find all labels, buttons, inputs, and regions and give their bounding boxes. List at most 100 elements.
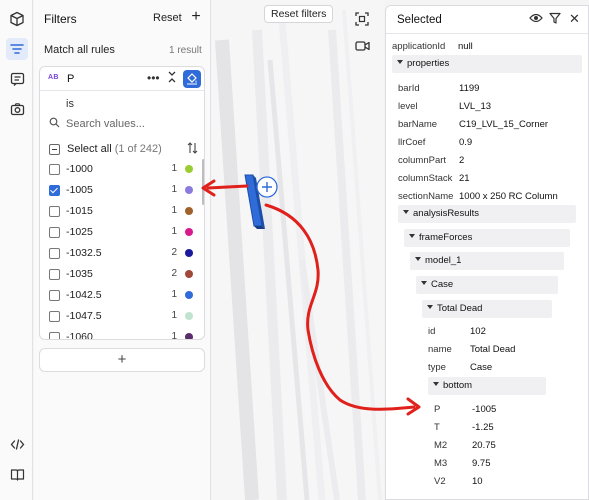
- value-row[interactable]: -1025 1: [40, 222, 204, 243]
- code-icon[interactable]: [6, 433, 28, 455]
- color-swatch: [185, 186, 193, 194]
- reset-filters-button[interactable]: Reset filters: [264, 5, 334, 23]
- value-checkbox[interactable]: [49, 164, 60, 175]
- group-total-dead[interactable]: Total Dead: [422, 300, 552, 318]
- filter-rule-card: AB P ••• is Select all (1 of 242) -1000 1…: [39, 66, 205, 340]
- more-options-icon[interactable]: •••: [147, 71, 160, 85]
- value-count: 2: [171, 247, 177, 258]
- group-label: Total Dead: [437, 303, 483, 314]
- value-search: [46, 115, 198, 133]
- color-swatch: [185, 270, 193, 278]
- expand-caret-icon: [403, 210, 409, 214]
- property-key: id: [428, 326, 436, 337]
- 3d-viewport[interactable]: Reset filters: [212, 0, 384, 500]
- property-key: llrCoef: [398, 137, 426, 148]
- filters-panel: Filters Reset + Match all rules 1 result…: [34, 0, 211, 500]
- value-row[interactable]: -1035 2: [40, 264, 204, 285]
- collapse-icon[interactable]: [168, 71, 176, 86]
- sort-icon[interactable]: [187, 142, 198, 157]
- reset-button[interactable]: Reset: [153, 12, 182, 24]
- property-key: barName: [398, 119, 438, 130]
- value-checkbox[interactable]: [49, 290, 60, 301]
- group-model[interactable]: model_1: [410, 252, 564, 270]
- property-key: M2: [434, 440, 448, 451]
- property-key: name: [428, 344, 452, 355]
- property-value: LVL_13: [459, 101, 492, 112]
- select-all-checkbox[interactable]: [49, 144, 60, 155]
- value-count: 1: [171, 184, 177, 195]
- color-swatch: [185, 312, 193, 320]
- value-list-scrollbar[interactable]: [202, 159, 204, 205]
- match-mode-select[interactable]: Match all rules: [44, 44, 115, 56]
- value-checkbox[interactable]: [49, 248, 60, 259]
- filters-title: Filters: [44, 12, 77, 26]
- color-swatch: [185, 333, 193, 339]
- value-checkbox[interactable]: [49, 227, 60, 238]
- value-count: 1: [171, 163, 177, 174]
- group-label: model_1: [425, 255, 462, 266]
- search-input[interactable]: [66, 116, 196, 132]
- property-value: 2: [459, 155, 465, 166]
- group-frame-forces[interactable]: frameForces: [404, 229, 570, 247]
- group-properties[interactable]: properties: [392, 55, 582, 73]
- property-value: Total Dead: [470, 344, 516, 355]
- close-icon[interactable]: ✕: [569, 11, 580, 27]
- add-filter-button[interactable]: +: [187, 8, 205, 26]
- selected-panel: Selected ✕ applicationId null properties…: [385, 5, 589, 500]
- property-value: 10: [472, 476, 483, 487]
- value-count: 2: [171, 268, 177, 279]
- viewport-scene: [215, 9, 382, 500]
- add-point-icon[interactable]: [256, 176, 278, 198]
- focus-icon[interactable]: [349, 6, 375, 32]
- value-label: -1047.5: [66, 310, 102, 322]
- value-label: -1042.5: [66, 289, 102, 301]
- expand-caret-icon: [397, 60, 403, 64]
- group-case[interactable]: Case: [416, 276, 558, 294]
- value-label: -1035: [66, 268, 93, 280]
- property-key: M3: [434, 458, 448, 469]
- left-rail: [0, 0, 33, 500]
- color-by-button[interactable]: [183, 70, 201, 88]
- cube-icon[interactable]: [6, 8, 28, 30]
- filter-list-icon[interactable]: [6, 38, 28, 60]
- group-label: frameForces: [419, 232, 473, 243]
- rule-header: AB P •••: [40, 67, 204, 91]
- value-row[interactable]: -1032.5 2: [40, 243, 204, 264]
- property-value: 9.75: [472, 458, 491, 469]
- search-icon: [49, 117, 60, 128]
- select-all-row[interactable]: Select all (1 of 242): [49, 142, 199, 158]
- value-count: 1: [171, 310, 177, 321]
- rule-operator[interactable]: is: [66, 98, 74, 110]
- group-analysis-results[interactable]: analysisResults: [398, 205, 576, 223]
- comment-icon[interactable]: [6, 68, 28, 90]
- property-key: columnPart: [398, 155, 447, 166]
- value-checkbox[interactable]: [49, 311, 60, 322]
- expand-caret-icon: [421, 281, 427, 285]
- group-label: analysisResults: [413, 208, 479, 219]
- property-value: C19_LVL_15_Corner: [459, 119, 549, 130]
- filter-icon[interactable]: [549, 12, 561, 27]
- property-value: -1.25: [472, 422, 494, 433]
- value-checkbox[interactable]: [49, 185, 60, 196]
- result-count: 1 result: [169, 45, 202, 56]
- value-checkbox[interactable]: [49, 206, 60, 217]
- add-rule-button[interactable]: +: [39, 348, 205, 372]
- value-row[interactable]: -1047.5 1: [40, 306, 204, 327]
- value-row[interactable]: -1005 1: [40, 180, 204, 201]
- value-row[interactable]: -1060 1: [40, 327, 204, 339]
- camera-icon[interactable]: [6, 98, 28, 120]
- value-checkbox[interactable]: [49, 269, 60, 280]
- group-bottom[interactable]: bottom: [428, 377, 546, 395]
- eye-icon[interactable]: [529, 12, 543, 27]
- book-icon[interactable]: [6, 463, 28, 485]
- value-row[interactable]: -1015 1: [40, 201, 204, 222]
- rule-field-name[interactable]: P: [67, 73, 74, 85]
- property-value: 1000 x 250 RC Column: [459, 191, 558, 202]
- value-count: 1: [171, 205, 177, 216]
- video-icon[interactable]: [349, 33, 375, 59]
- property-key: sectionName: [398, 191, 454, 202]
- value-row[interactable]: -1042.5 1: [40, 285, 204, 306]
- color-swatch: [185, 228, 193, 236]
- value-checkbox[interactable]: [49, 332, 60, 339]
- value-row[interactable]: -1000 1: [40, 159, 204, 180]
